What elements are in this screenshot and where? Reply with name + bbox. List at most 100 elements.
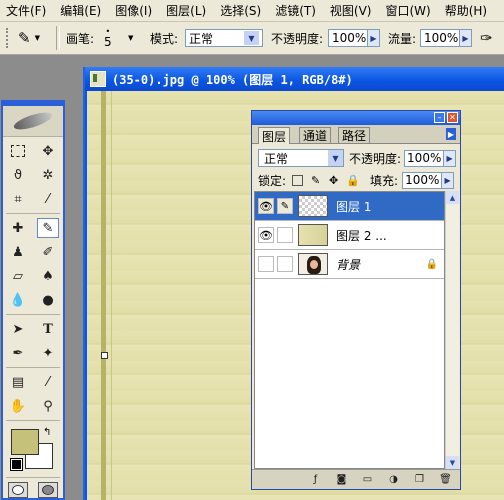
path-selection-tool-icon[interactable]: ➤ bbox=[7, 319, 29, 339]
fill-input[interactable]: 100% bbox=[402, 171, 443, 189]
blend-mode-select[interactable]: 正常 ▼ bbox=[258, 149, 344, 167]
notes-tool-icon[interactable]: ▤ bbox=[7, 372, 29, 392]
layers-bottom-bar: ƒ ◙ ▭ ◑ ❐ 🗑 bbox=[252, 469, 460, 489]
scroll-down-icon[interactable]: ▼ bbox=[446, 456, 459, 469]
add-mask-icon[interactable]: ◙ bbox=[335, 473, 348, 486]
history-brush-tool-icon[interactable]: ✐ bbox=[37, 242, 59, 262]
layer-name: 背景 bbox=[336, 257, 361, 272]
eyedropper-tool-icon[interactable]: ⁄ bbox=[37, 372, 59, 392]
swap-colors-icon[interactable]: ↰ bbox=[43, 427, 51, 438]
options-grip[interactable] bbox=[6, 22, 11, 54]
default-colors-icon[interactable] bbox=[10, 458, 23, 471]
lock-transparent-icon[interactable] bbox=[292, 174, 304, 186]
lock-icon: 🔒 bbox=[425, 258, 438, 270]
menu-help[interactable]: 帮助(H) bbox=[439, 2, 495, 19]
eye-icon[interactable]: 👁 bbox=[258, 198, 274, 214]
healing-brush-tool-icon[interactable]: ✚ bbox=[7, 218, 29, 238]
foreground-color-swatch[interactable] bbox=[11, 429, 39, 455]
menu-image[interactable]: 图像(I) bbox=[109, 2, 160, 19]
brush-link-icon[interactable]: ✎ bbox=[277, 198, 293, 214]
layer-thumbnail bbox=[298, 253, 328, 275]
layers-panel: – ✕ 图层 通道 路径 ▶ 正常 ▼ 不透明度: 100% ▶ 锁定: ✎ ✥… bbox=[251, 110, 461, 490]
new-layer-icon[interactable]: ❐ bbox=[413, 473, 426, 486]
menu-layer[interactable]: 图层(L) bbox=[160, 2, 214, 19]
tab-paths[interactable]: 路径 bbox=[338, 127, 371, 143]
lock-image-icon[interactable]: ✎ bbox=[310, 175, 321, 186]
marquee-tool-icon[interactable] bbox=[7, 141, 29, 161]
magic-wand-tool-icon[interactable]: ✲ bbox=[37, 165, 59, 185]
panel-menu-icon[interactable]: ▶ bbox=[446, 128, 456, 140]
layer-opacity-slider-button[interactable]: ▶ bbox=[444, 149, 457, 167]
brush-tool-icon: ✎ bbox=[18, 29, 31, 47]
brush-tool-icon[interactable]: ✎ bbox=[37, 218, 59, 238]
flow-input[interactable]: 100% bbox=[420, 29, 460, 47]
dodge-tool-icon[interactable]: ● bbox=[37, 290, 59, 310]
new-group-icon[interactable]: ▭ bbox=[361, 473, 374, 486]
brush-size-picker[interactable]: • 5 bbox=[104, 22, 112, 54]
blur-tool-icon[interactable]: 💧 bbox=[7, 290, 29, 310]
move-tool-icon[interactable]: ✥ bbox=[37, 141, 59, 161]
menu-file[interactable]: 文件(F) bbox=[0, 2, 54, 19]
mode-label: 模式: bbox=[150, 31, 179, 46]
menu-filter[interactable]: 滤镜(T) bbox=[269, 2, 324, 19]
eye-hidden-icon[interactable] bbox=[258, 256, 274, 272]
clone-stamp-tool-icon[interactable]: ♟ bbox=[7, 242, 29, 262]
lasso-tool-icon[interactable]: ϑ bbox=[7, 165, 29, 185]
layer-opacity-input[interactable]: 100% bbox=[404, 149, 445, 167]
panel-tabs: 图层 通道 路径 ▶ bbox=[252, 125, 460, 144]
paint-bucket-tool-icon[interactable]: ♠ bbox=[37, 266, 59, 286]
lock-all-icon[interactable]: 🔒 bbox=[346, 175, 360, 186]
eraser-tool-icon[interactable]: ▱ bbox=[7, 266, 29, 286]
layer-row-layer2[interactable]: 👁 图层 2 ... bbox=[255, 221, 444, 250]
eye-icon[interactable]: 👁 bbox=[258, 227, 274, 243]
crop-tool-icon[interactable]: ⌗ bbox=[7, 189, 29, 209]
transform-handle[interactable] bbox=[101, 352, 108, 359]
opacity-slider-button[interactable]: ▶ bbox=[368, 29, 380, 47]
mode-select[interactable]: 正常 ▼ bbox=[185, 29, 263, 47]
minimize-icon[interactable]: – bbox=[434, 112, 445, 123]
lock-position-icon[interactable]: ✥ bbox=[328, 175, 339, 186]
document-titlebar[interactable]: (35-0).jpg @ 100% (图层 1, RGB/8#) bbox=[85, 67, 504, 91]
standard-mode-button[interactable] bbox=[8, 482, 28, 498]
opacity-input[interactable]: 100% bbox=[328, 29, 368, 47]
brush-size-value: 5 bbox=[104, 34, 112, 49]
menu-view[interactable]: 视图(V) bbox=[324, 2, 380, 19]
close-icon[interactable]: ✕ bbox=[447, 112, 458, 123]
fill-label: 填充: bbox=[370, 173, 399, 188]
slice-tool-icon[interactable]: ⁄ bbox=[37, 189, 59, 209]
fill-value: 100% bbox=[405, 173, 440, 187]
menu-edit[interactable]: 编辑(E) bbox=[54, 2, 109, 19]
hand-tool-icon[interactable]: ✋ bbox=[7, 396, 29, 416]
menu-window[interactable]: 窗口(W) bbox=[379, 2, 438, 19]
opacity-label: 不透明度: bbox=[271, 31, 324, 46]
layer-row-background[interactable]: 背景 🔒 bbox=[255, 250, 444, 279]
menu-select[interactable]: 选择(S) bbox=[214, 2, 269, 19]
quick-mask-mode-button[interactable] bbox=[38, 482, 58, 498]
link-icon[interactable] bbox=[277, 256, 293, 272]
zoom-tool-icon[interactable]: ⚲ bbox=[37, 396, 59, 416]
tool-preset-picker[interactable]: ✎ ▼ bbox=[18, 22, 40, 54]
layer-style-icon[interactable]: ƒ bbox=[309, 473, 322, 486]
tab-layers[interactable]: 图层 bbox=[258, 127, 291, 144]
layers-panel-titlebar[interactable]: – ✕ bbox=[252, 111, 460, 125]
type-tool-icon[interactable]: T bbox=[37, 319, 59, 339]
tab-channels[interactable]: 通道 bbox=[299, 127, 332, 143]
chevron-down-icon: ▼ bbox=[328, 150, 343, 166]
layer-row-layer1[interactable]: 👁 ✎ 图层 1 bbox=[255, 192, 444, 221]
airbrush-icon[interactable]: ✑ bbox=[480, 29, 493, 47]
layers-scrollbar[interactable]: ▲ ▼ bbox=[445, 191, 459, 469]
tools-header[interactable] bbox=[3, 106, 63, 137]
color-swatches: ↰ bbox=[3, 427, 63, 473]
scroll-up-icon[interactable]: ▲ bbox=[446, 191, 459, 204]
blend-mode-value: 正常 bbox=[264, 151, 289, 166]
flow-slider-button[interactable]: ▶ bbox=[460, 29, 472, 47]
layers-list: 👁 ✎ 图层 1 👁 图层 2 ... 背景 🔒 bbox=[254, 191, 445, 469]
chevron-down-icon[interactable]: ▼ bbox=[128, 34, 133, 42]
delete-layer-icon[interactable]: 🗑 bbox=[439, 473, 452, 486]
pen-tool-icon[interactable]: ✒ bbox=[7, 343, 29, 363]
fill-slider-button[interactable]: ▶ bbox=[442, 171, 455, 189]
layer-opacity-value: 100% bbox=[407, 151, 442, 165]
link-icon[interactable] bbox=[277, 227, 293, 243]
adjustment-layer-icon[interactable]: ◑ bbox=[387, 473, 400, 486]
custom-shape-tool-icon[interactable]: ✦ bbox=[37, 343, 59, 363]
